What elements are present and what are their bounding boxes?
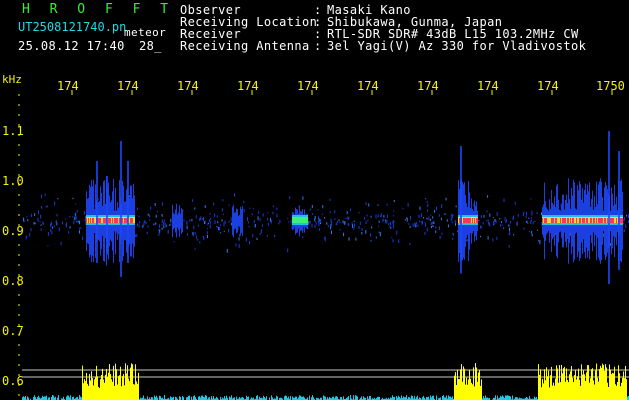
hrofft-screen: { "app": { "title": "H R O F F T", "file… (0, 0, 629, 400)
axis-overlay (18, 90, 613, 396)
